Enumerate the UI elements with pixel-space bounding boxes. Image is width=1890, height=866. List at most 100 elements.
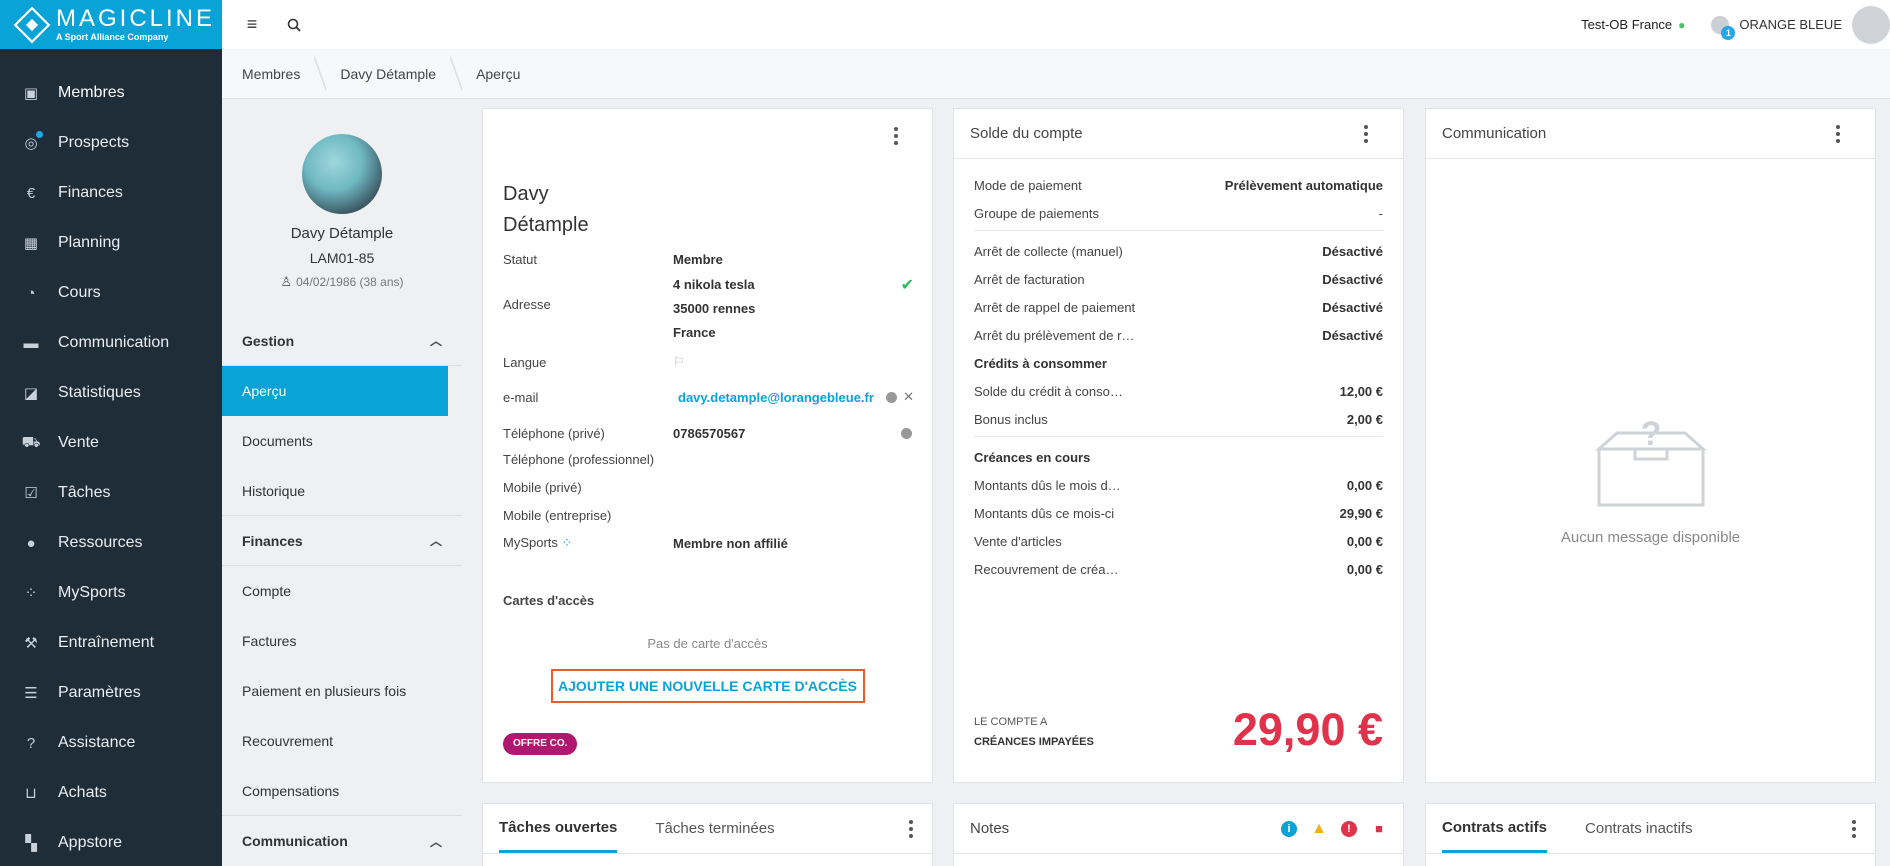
profile-card: Davy Détample Statut Membre Adresse 4 ni…	[482, 108, 933, 783]
tab-done-tasks[interactable]: Tâches terminées	[655, 804, 774, 853]
nav-label: Paramètres	[58, 684, 141, 701]
search-icon[interactable]	[284, 15, 304, 35]
balance-menu-icon[interactable]	[1363, 124, 1369, 143]
nav-item-parametres[interactable]: ☰ Paramètres	[0, 668, 222, 718]
member-avatar[interactable]	[302, 134, 382, 214]
add-access-card-button[interactable]: AJOUTER UNE NOUVELLE CARTE D'ACCÈS	[550, 669, 865, 703]
debt-row-value: 0,00 €	[1346, 561, 1383, 577]
member-menu-recouvrement[interactable]: Recouvrement	[222, 716, 462, 766]
nav-item-mysports[interactable]: ⁘ MySports	[0, 568, 222, 618]
communication-menu-icon[interactable]	[1835, 124, 1841, 143]
credit-row: Bonus inclus 2,00 €	[974, 405, 1383, 433]
status-label: Statut	[503, 251, 537, 267]
nav-label: Achats	[58, 784, 107, 801]
mysports-label-text: MySports	[503, 535, 558, 550]
nav-item-communication[interactable]: ▬ Communication	[0, 318, 222, 368]
row-phone-private: Téléphone (privé) 0786570567	[483, 421, 932, 445]
nav-item-statistiques[interactable]: ◪ Statistiques	[0, 368, 222, 418]
nav-item-planning[interactable]: ▦ Planning	[0, 218, 222, 268]
tab-active-contracts[interactable]: Contrats actifs	[1442, 804, 1548, 853]
sliders-icon: ☰	[24, 685, 38, 702]
debt-row: Recouvrement de créa… 0,00 €	[974, 555, 1383, 583]
debt-row-value: 0,00 €	[1346, 533, 1383, 549]
nav-item-prospects[interactable]: ◎ Prospects	[0, 118, 222, 168]
member-menu-apercu[interactable]: Aperçu	[222, 366, 448, 416]
tab-inactive-contracts[interactable]: Contrats inactifs	[1585, 804, 1693, 853]
nav-item-achats[interactable]: ⊔ Achats	[0, 768, 222, 818]
balance-card: Solde du compte Mode de paiement Prélèvem…	[953, 108, 1404, 783]
email-link[interactable]: davy.detample@lorangebleue.fr	[678, 390, 874, 405]
nav-label: Ressources	[58, 534, 143, 551]
euro-icon: €	[26, 184, 36, 202]
lock-icon[interactable]: ■	[1371, 821, 1387, 837]
phone-status-dot	[901, 427, 912, 439]
info-icon[interactable]: i	[1281, 820, 1297, 837]
nav-label: Entraînement	[58, 634, 155, 651]
breadcrumb: Membres Davy Détample Aperçu	[222, 48, 1890, 99]
user-avatar[interactable]	[1852, 5, 1890, 44]
row-email: e-mail davy.detample@lorangebleue.fr ✕	[483, 385, 932, 409]
menu-toggle-icon[interactable]: ≡	[242, 14, 262, 35]
tasks-card: Tâches ouvertes Tâches terminées	[482, 803, 933, 866]
dumbbell-icon: ⚒	[24, 635, 38, 652]
tab-open-tasks[interactable]: Tâches ouvertes	[499, 804, 618, 853]
section-communication-label: Communication	[242, 833, 348, 849]
balance-row-label: Arrêt de facturation	[974, 271, 1085, 287]
member-menu-paiement[interactable]: Paiement en plusieurs fois	[222, 666, 462, 716]
status-value: Membre	[673, 251, 723, 267]
access-cards-title: Cartes d'accès	[503, 593, 595, 608]
email-remove-icon[interactable]: ✕	[903, 389, 914, 405]
balance-row: Mode de paiement Prélèvement automatique	[974, 171, 1383, 199]
chevron-up-icon: ︿	[429, 334, 442, 348]
member-menu-factures[interactable]: Factures	[222, 616, 462, 666]
profile-menu-icon[interactable]	[893, 127, 899, 145]
balance-row-value: Désactivé	[1322, 271, 1383, 287]
warning-icon[interactable]: ▲	[1311, 820, 1327, 837]
breadcrumb-member[interactable]: Davy Détample	[314, 48, 456, 99]
nav-item-finances[interactable]: € Finances	[0, 168, 222, 218]
tasks-menu-icon[interactable]	[908, 819, 914, 838]
balance-row-label: Groupe de paiements	[974, 205, 1100, 221]
contracts-menu-icon[interactable]	[1851, 819, 1857, 838]
section-communication[interactable]: Communication ︿	[222, 816, 462, 866]
debt-row-value: 29,90 €	[1339, 505, 1383, 521]
balance-row: Arrêt de collecte (manuel) Désactivé	[974, 237, 1383, 265]
user-name[interactable]: ORANGE BLEUE	[1739, 17, 1842, 32]
balance-footer-line-2: CRÉANCES IMPAYÉES	[974, 736, 1094, 748]
balance-row-value: -	[1378, 205, 1383, 221]
member-card-icon: ▣	[23, 85, 39, 102]
nav-item-entrainement[interactable]: ⚒ Entraînement	[0, 618, 222, 668]
member-menu-historique[interactable]: Historique	[222, 466, 462, 516]
section-gestion[interactable]: Gestion ︿	[222, 316, 462, 366]
location-pin-icon: ●	[1678, 17, 1686, 32]
member-menu-documents[interactable]: Documents	[222, 416, 462, 466]
studio-name: Test-OB France	[1581, 17, 1673, 32]
nav-label: Cours	[58, 284, 101, 301]
nav-item-membres[interactable]: ▣ Membres	[0, 68, 222, 118]
section-finances[interactable]: Finances ︿	[222, 516, 462, 566]
studio-selector[interactable]: Test-OB France ●	[1581, 17, 1685, 32]
nav-label: Communication	[58, 334, 170, 351]
nav-item-assistance[interactable]: ? Assistance	[0, 718, 222, 768]
nav-item-cours[interactable]: ◔ Cours	[0, 268, 222, 318]
row-mobile-private: Mobile (privé)	[483, 473, 932, 501]
chat-icon: ▬	[23, 334, 39, 352]
profile-last-name: Détample	[503, 214, 589, 236]
mysports-icon: ⁘	[561, 535, 573, 550]
magicline-logo[interactable]: MAGICLINE A Sport Alliance Company	[0, 0, 222, 49]
notification-icon[interactable]: 1	[1711, 15, 1736, 40]
svg-text:?: ?	[1640, 415, 1661, 453]
nav-item-vente[interactable]: ⛟ Vente	[0, 418, 222, 468]
nav-item-taches[interactable]: ☑ Tâches	[0, 468, 222, 518]
address-label: Adresse	[503, 297, 551, 312]
balance-row: Arrêt de facturation Désactivé	[974, 265, 1383, 293]
nav-item-ressources[interactable]: ● Ressources	[0, 518, 222, 568]
member-menu-compte[interactable]: Compte	[222, 566, 462, 616]
nav-item-appstore[interactable]: ▚ Appstore	[0, 818, 222, 866]
contracts-tabs: Contrats actifs Contrats inactifs	[1426, 804, 1875, 854]
alert-icon[interactable]: !	[1341, 820, 1357, 837]
balance-card-header: Solde du compte	[954, 109, 1403, 159]
breadcrumb-membres[interactable]: Membres	[222, 49, 320, 99]
member-menu-compensations[interactable]: Compensations	[222, 766, 462, 816]
profile-first-name: Davy	[503, 183, 549, 205]
